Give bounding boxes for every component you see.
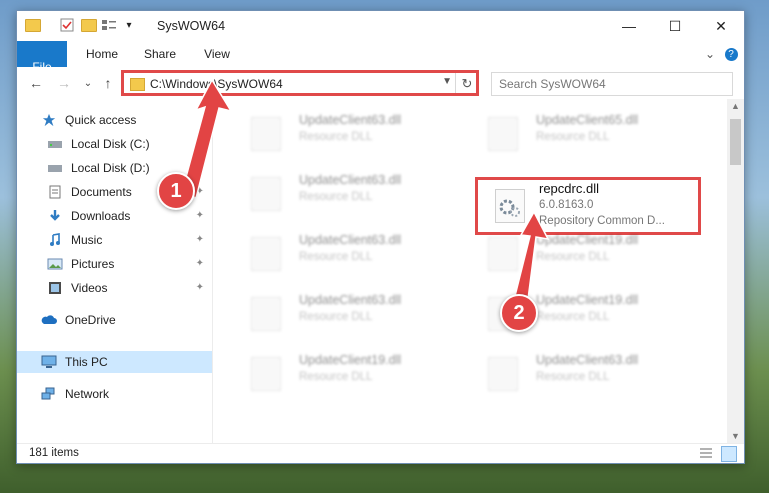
callout-number-2: 2 bbox=[500, 294, 538, 332]
callout-number-1: 1 bbox=[157, 172, 195, 210]
arrow-to-file bbox=[512, 210, 550, 308]
annotation-overlay bbox=[181, 78, 550, 308]
